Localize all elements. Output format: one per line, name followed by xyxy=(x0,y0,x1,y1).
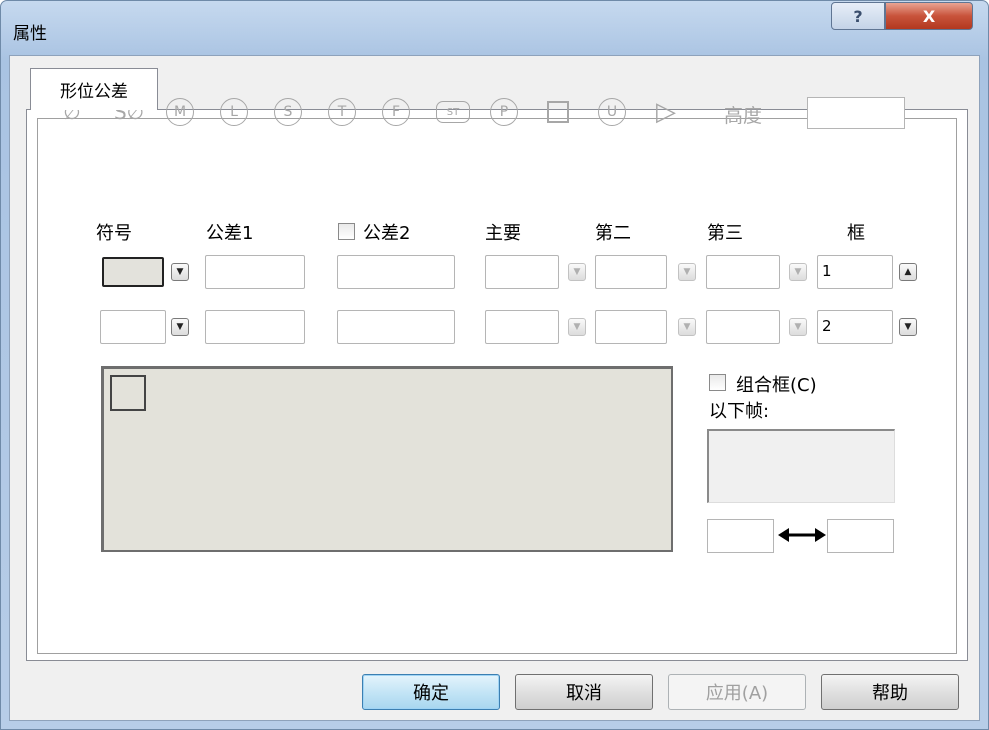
height-label: 高度 xyxy=(724,105,763,127)
tolerance2-checkbox[interactable] xyxy=(338,223,355,240)
preview-frame-cell xyxy=(110,375,146,411)
free-state-icon[interactable]: F xyxy=(379,95,413,129)
help-title-button[interactable]: ? xyxy=(831,2,885,30)
symbol-header: 符号 xyxy=(96,223,132,244)
secondary-datum-input-row1[interactable] xyxy=(595,255,667,289)
window-title: 属性 xyxy=(13,24,47,44)
primary-datum-dropdown-row1[interactable]: ▼ xyxy=(568,263,586,281)
cancel-button[interactable]: 取消 xyxy=(515,674,653,710)
tertiary-datum-dropdown-row1[interactable]: ▼ xyxy=(789,263,807,281)
tolerance2-input-row2[interactable] xyxy=(337,310,455,344)
secondary-datum-input-row2[interactable] xyxy=(595,310,667,344)
tolerance1-input-row2[interactable] xyxy=(205,310,305,344)
unequal-bilateral-icon[interactable]: U xyxy=(595,95,629,129)
tangent-plane-icon[interactable]: T xyxy=(325,95,359,129)
title-bar: 属性 ? X xyxy=(1,1,988,55)
modifier-symbol-bar: ∅ S∅ M L S T F ST P U ▷ 高度 xyxy=(41,95,905,135)
square-icon[interactable] xyxy=(541,95,575,129)
max-material-icon[interactable]: M xyxy=(163,95,197,129)
help-label: 帮助 xyxy=(872,683,908,704)
frame-down-button-row2[interactable]: ▼ xyxy=(899,318,917,336)
composite-frame-label: 组合框(C) xyxy=(736,375,817,396)
double-arrow-icon xyxy=(778,528,826,542)
close-button[interactable]: X xyxy=(885,2,973,30)
tertiary-datum-input-row2[interactable] xyxy=(706,310,780,344)
cancel-label: 取消 xyxy=(566,683,602,704)
left-spacing-input[interactable] xyxy=(707,519,774,553)
frame-value-row2: 2 xyxy=(822,317,832,335)
frame-field-row2[interactable]: 2 xyxy=(817,310,893,344)
symbol-dropdown-row1[interactable]: ▼ xyxy=(171,263,189,281)
tertiary-datum-input-row1[interactable] xyxy=(706,255,780,289)
question-icon: ? xyxy=(853,6,863,26)
secondary-datum-dropdown-row1[interactable]: ▼ xyxy=(678,263,696,281)
ok-label: 确定 xyxy=(413,683,449,704)
help-button[interactable]: 帮助 xyxy=(821,674,959,710)
composite-frame-checkbox[interactable] xyxy=(709,374,726,391)
secondary-datum-dropdown-row2[interactable]: ▼ xyxy=(678,318,696,336)
tab-gdt[interactable]: 形位公差 xyxy=(30,68,158,110)
frame-value-row1: 1 xyxy=(822,262,832,280)
projected-zone-icon[interactable]: P xyxy=(487,95,521,129)
tertiary-datum-header: 第三 xyxy=(707,223,743,244)
frames-below-label: 以下帧: xyxy=(709,401,770,422)
primary-datum-input-row2[interactable] xyxy=(485,310,559,344)
tolerance2-header: 公差2 xyxy=(363,223,411,244)
symbol-field-row2[interactable] xyxy=(100,310,166,344)
symbol-field-row1[interactable] xyxy=(102,257,164,287)
apply-label: 应用(A) xyxy=(705,683,769,704)
tolerance1-input-row1[interactable] xyxy=(205,255,305,289)
primary-datum-header: 主要 xyxy=(485,223,521,244)
frame-up-button-row1[interactable]: ▲ xyxy=(899,263,917,281)
right-spacing-input[interactable] xyxy=(827,519,894,553)
least-material-icon[interactable]: L xyxy=(217,95,251,129)
tertiary-datum-dropdown-row2[interactable]: ▼ xyxy=(789,318,807,336)
tab-label: 形位公差 xyxy=(60,82,128,102)
secondary-datum-header: 第二 xyxy=(595,223,631,244)
triangle-icon[interactable]: ▷ xyxy=(649,95,683,129)
close-icon: X xyxy=(922,6,936,26)
frame-field-row1[interactable]: 1 xyxy=(817,255,893,289)
symbol-dropdown-row2[interactable]: ▼ xyxy=(171,318,189,336)
frame-header: 框 xyxy=(847,223,865,244)
tolerance1-header: 公差1 xyxy=(206,223,254,244)
primary-datum-dropdown-row2[interactable]: ▼ xyxy=(568,318,586,336)
frames-below-box xyxy=(707,429,895,503)
tolerance2-input-row1[interactable] xyxy=(337,255,455,289)
preview-area xyxy=(101,366,673,552)
primary-datum-input-row1[interactable] xyxy=(485,255,559,289)
height-input[interactable] xyxy=(807,97,905,129)
ok-button[interactable]: 确定 xyxy=(362,674,500,710)
statistical-icon[interactable]: ST xyxy=(433,95,473,129)
regardless-feature-size-icon[interactable]: S xyxy=(271,95,305,129)
apply-button[interactable]: 应用(A) xyxy=(668,674,806,710)
properties-dialog: 属性 ? X 形位公差 ∅ S∅ M L S T F ST P U ▷ 高度 符… xyxy=(0,0,989,730)
